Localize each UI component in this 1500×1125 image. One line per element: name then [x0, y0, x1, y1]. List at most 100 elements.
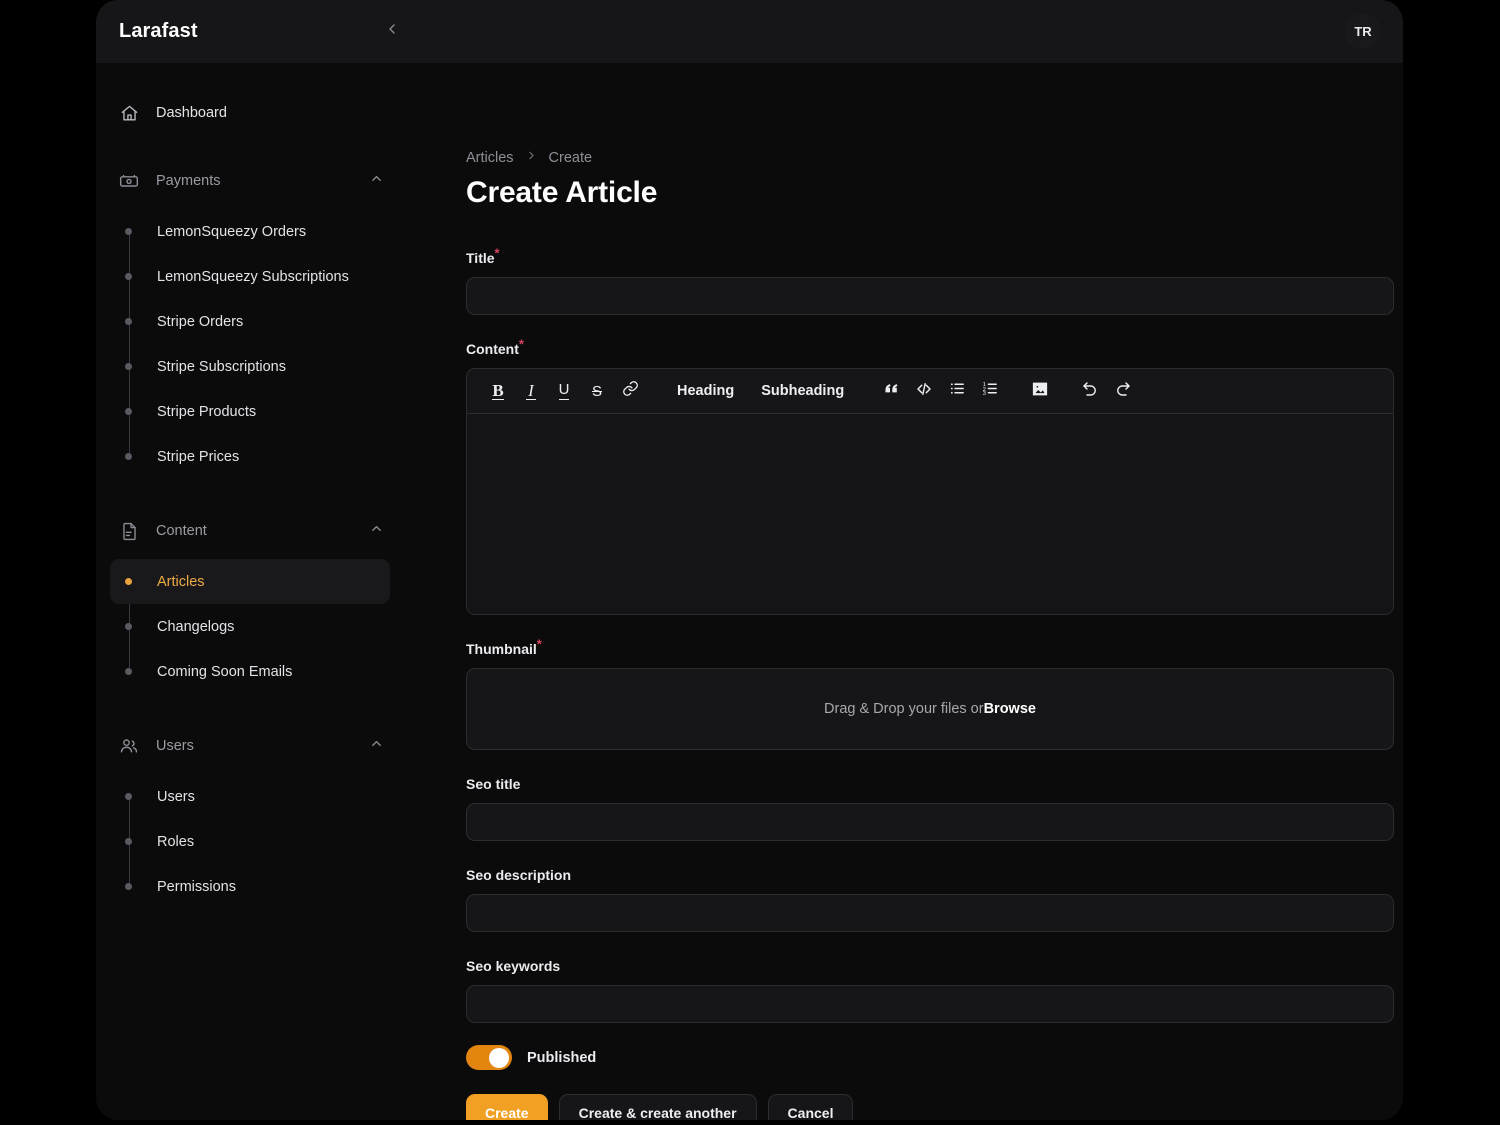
- main-content: Articles Create Create Article Title* Co…: [406, 63, 1403, 1120]
- ordered-list-button[interactable]: 123: [975, 376, 1005, 406]
- italic-button[interactable]: I: [516, 376, 546, 406]
- bullet-list-button[interactable]: [942, 376, 972, 406]
- banknote-icon: [118, 170, 140, 192]
- chevron-up-icon: [369, 736, 384, 756]
- top-bar: Larafast TR: [96, 0, 1403, 63]
- redo-icon: [1114, 380, 1132, 403]
- create-and-create-another-button[interactable]: Create & create another: [558, 1094, 757, 1120]
- sidebar-group-users: Users Users Roles Permissions: [96, 724, 406, 911]
- insert-image-button[interactable]: [1025, 376, 1055, 406]
- sidebar-group-payments: Payments LemonSqueezy Orders LemonSqueez…: [96, 159, 406, 481]
- published-toggle-row: Published: [466, 1045, 1403, 1070]
- bullet-dot-icon: [125, 228, 132, 235]
- bullet-dot-icon: [125, 578, 132, 585]
- sidebar-item-stripe-subscriptions[interactable]: Stripe Subscriptions: [110, 344, 390, 389]
- form-actions: Create Create & create another Cancel: [466, 1094, 1403, 1120]
- undo-button[interactable]: [1075, 376, 1105, 406]
- sidebar-item-stripe-products[interactable]: Stripe Products: [110, 389, 390, 434]
- thumbnail-dropzone[interactable]: Drag & Drop your files or Browse: [466, 668, 1394, 750]
- sidebar-item-label: Stripe Subscriptions: [157, 358, 286, 375]
- breadcrumb-articles[interactable]: Articles: [466, 150, 514, 166]
- required-marker: *: [494, 245, 500, 261]
- redo-button[interactable]: [1108, 376, 1138, 406]
- seo-keywords-input[interactable]: [466, 985, 1394, 1023]
- bullet-dot-icon: [125, 363, 132, 370]
- code-block-button[interactable]: [909, 376, 939, 406]
- sidebar-item-label: Coming Soon Emails: [157, 663, 293, 680]
- app-window: Larafast TR Dashboard Payments LemonSque…: [96, 0, 1403, 1120]
- field-thumbnail: Thumbnail* Drag & Drop your files or Bro…: [466, 637, 1394, 750]
- sidebar-item-lemonsqueezy-subscriptions[interactable]: LemonSqueezy Subscriptions: [110, 254, 390, 299]
- sidebar-item-users[interactable]: Users: [110, 774, 390, 819]
- sidebar-group-label: Users: [156, 738, 194, 754]
- chevron-left-icon: [384, 21, 400, 42]
- label-text: Thumbnail: [466, 641, 537, 657]
- strikethrough-button[interactable]: S: [582, 376, 612, 406]
- bullet-dot-icon: [125, 623, 132, 630]
- code-icon: [915, 380, 933, 403]
- field-label-content: Content*: [466, 337, 524, 357]
- browse-link[interactable]: Browse: [984, 701, 1036, 717]
- required-marker: *: [518, 336, 524, 352]
- sidebar-item-label: Changelogs: [157, 618, 235, 635]
- seo-description-input[interactable]: [466, 894, 1394, 932]
- field-label-seo-title: Seo title: [466, 776, 521, 792]
- breadcrumb-create: Create: [548, 149, 593, 166]
- sidebar-item-label: Stripe Products: [157, 403, 257, 420]
- editor-toolbar: B I U S Heading Subheading 1 2 3: [467, 369, 1393, 414]
- sidebar-group-content: Content Articles Changelogs Coming Soon …: [96, 509, 406, 696]
- editor-content-area[interactable]: [467, 414, 1393, 614]
- chevron-right-icon: [525, 149, 538, 166]
- sidebar-item-roles[interactable]: Roles: [110, 819, 390, 864]
- sidebar-sublist-content: Articles Changelogs Coming Soon Emails: [96, 553, 406, 696]
- sidebar-collapse-button[interactable]: [374, 12, 410, 50]
- link-icon: [622, 380, 639, 402]
- field-content: Content* B I U S Heading Subheading 1 2 …: [466, 337, 1394, 615]
- seo-title-input[interactable]: [466, 803, 1394, 841]
- bold-button[interactable]: B: [483, 376, 513, 406]
- sidebar-item-stripe-prices[interactable]: Stripe Prices: [110, 434, 390, 479]
- quote-icon: [883, 380, 900, 402]
- sidebar-item-lemonsqueezy-orders[interactable]: LemonSqueezy Orders: [110, 209, 390, 254]
- cancel-button[interactable]: Cancel: [767, 1094, 854, 1120]
- sidebar-group-label: Payments: [156, 173, 221, 189]
- svg-text:3: 3: [982, 391, 985, 397]
- label-text: Title: [466, 250, 495, 266]
- ordered-list-icon: 123: [982, 380, 999, 402]
- bullet-dot-icon: [125, 668, 132, 675]
- sidebar-item-stripe-orders[interactable]: Stripe Orders: [110, 299, 390, 344]
- sidebar-group-header-users[interactable]: Users: [96, 724, 406, 768]
- sidebar-item-dashboard[interactable]: Dashboard: [96, 91, 406, 135]
- brand-logo[interactable]: Larafast: [119, 20, 198, 43]
- sidebar-item-permissions[interactable]: Permissions: [110, 864, 390, 909]
- sidebar-group-header-payments[interactable]: Payments: [96, 159, 406, 203]
- breadcrumb: Articles Create: [466, 149, 1403, 166]
- field-seo-keywords: Seo keywords: [466, 958, 1394, 1023]
- toggle-knob: [489, 1047, 509, 1068]
- published-toggle[interactable]: [466, 1045, 512, 1070]
- sidebar-item-label: LemonSqueezy Subscriptions: [157, 268, 349, 285]
- bullet-dot-icon: [125, 273, 132, 280]
- sidebar-item-articles[interactable]: Articles: [110, 559, 390, 604]
- bullet-dot-icon: [125, 838, 132, 845]
- italic-glyph: I: [526, 380, 536, 401]
- sidebar-item-coming-soon-emails[interactable]: Coming Soon Emails: [110, 649, 390, 694]
- sidebar-item-changelogs[interactable]: Changelogs: [110, 604, 390, 649]
- blockquote-button[interactable]: [876, 376, 906, 406]
- link-button[interactable]: [615, 376, 645, 406]
- users-icon: [118, 735, 140, 757]
- underline-button[interactable]: U: [549, 376, 579, 406]
- bullet-dot-icon: [125, 408, 132, 415]
- subheading-button[interactable]: Subheading: [751, 376, 854, 406]
- title-input[interactable]: [466, 277, 1394, 315]
- create-button[interactable]: Create: [466, 1094, 548, 1120]
- strikethrough-glyph: S: [591, 382, 602, 400]
- heading-button[interactable]: Heading: [667, 376, 744, 406]
- underline-glyph: U: [558, 381, 570, 400]
- chevron-up-icon: [369, 171, 384, 191]
- sidebar-group-header-content[interactable]: Content: [96, 509, 406, 553]
- undo-icon: [1081, 380, 1099, 403]
- avatar[interactable]: TR: [1345, 13, 1381, 49]
- required-marker: *: [536, 636, 542, 652]
- field-seo-description: Seo description: [466, 867, 1394, 932]
